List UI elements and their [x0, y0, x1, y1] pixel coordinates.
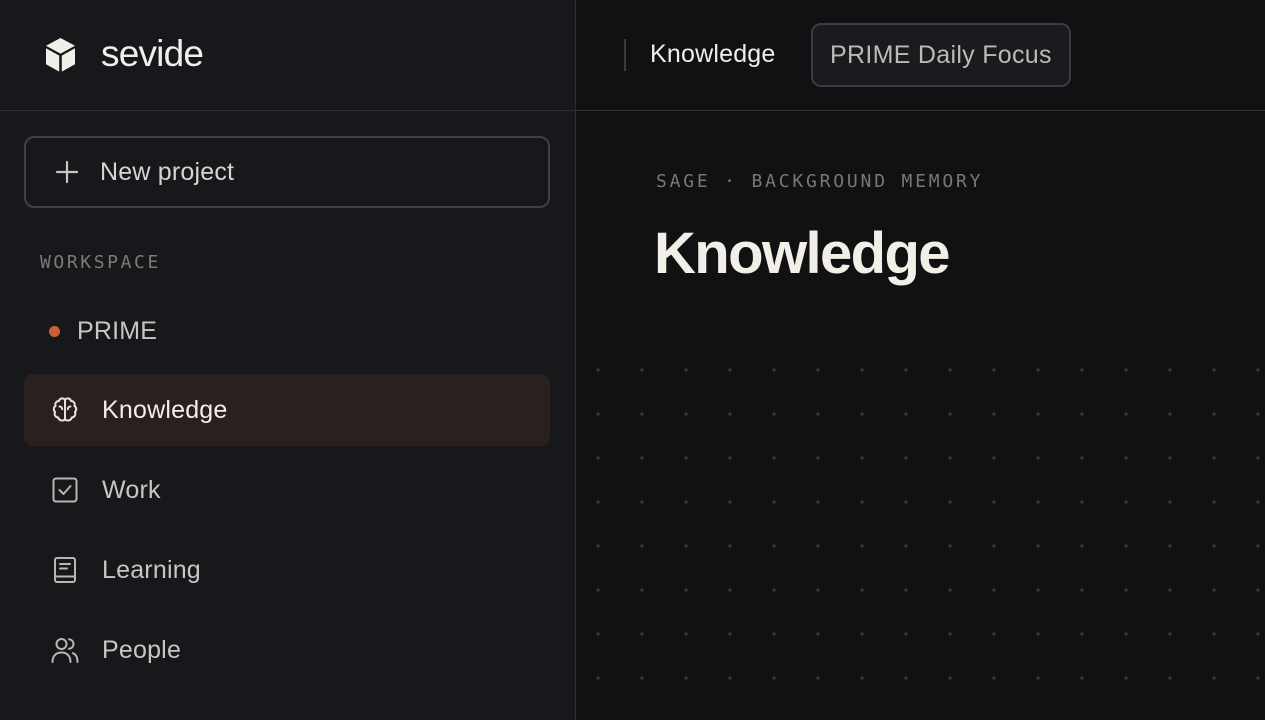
new-project-button[interactable]: New project [24, 136, 550, 208]
book-icon [54, 557, 76, 583]
page-title: Knowledge [654, 221, 951, 286]
plus-icon [55, 160, 79, 184]
sidebar-item-work[interactable]: Work [24, 454, 550, 526]
sidebar-item-label: PRIME [77, 316, 158, 345]
brain-icon [52, 397, 78, 422]
cube-icon [46, 38, 75, 72]
sidebar-item-label: Knowledge [102, 395, 228, 424]
breadcrumb[interactable]: Knowledge [650, 40, 776, 69]
sidebar-item-label: People [102, 635, 182, 664]
breadcrumb-divider [624, 39, 626, 71]
status-dot [49, 325, 60, 337]
dot-grid-background [576, 348, 1265, 720]
sidebar-item-prime[interactable]: PRIME [24, 295, 550, 367]
brand[interactable]: sevide [0, 0, 575, 111]
sidebar-item-people[interactable]: People [24, 614, 550, 686]
workspace-section-label: WORKSPACE [40, 252, 161, 273]
new-project-label: New project [100, 157, 235, 186]
sidebar-item-learning[interactable]: Learning [24, 534, 550, 606]
checkbox-icon [52, 477, 78, 503]
people-icon [51, 638, 79, 663]
page-eyebrow: SAGE · BACKGROUND MEMORY [656, 171, 984, 192]
brand-name: sevide [101, 32, 204, 74]
topbar: Knowledge PRIME Daily Focus [576, 0, 1265, 111]
tab-prime-daily-focus[interactable]: PRIME Daily Focus [811, 23, 1071, 87]
sidebar-item-knowledge[interactable]: Knowledge [24, 374, 550, 446]
sidebar-item-label: Learning [102, 555, 201, 584]
sidebar: sevide New project WORKSPACE PRIME Knowl… [0, 0, 576, 720]
app-window: sevide New project WORKSPACE PRIME Knowl… [0, 0, 1265, 720]
sidebar-item-label: Work [102, 475, 161, 504]
main-panel: Knowledge PRIME Daily Focus SAGE · BACKG… [576, 0, 1265, 720]
